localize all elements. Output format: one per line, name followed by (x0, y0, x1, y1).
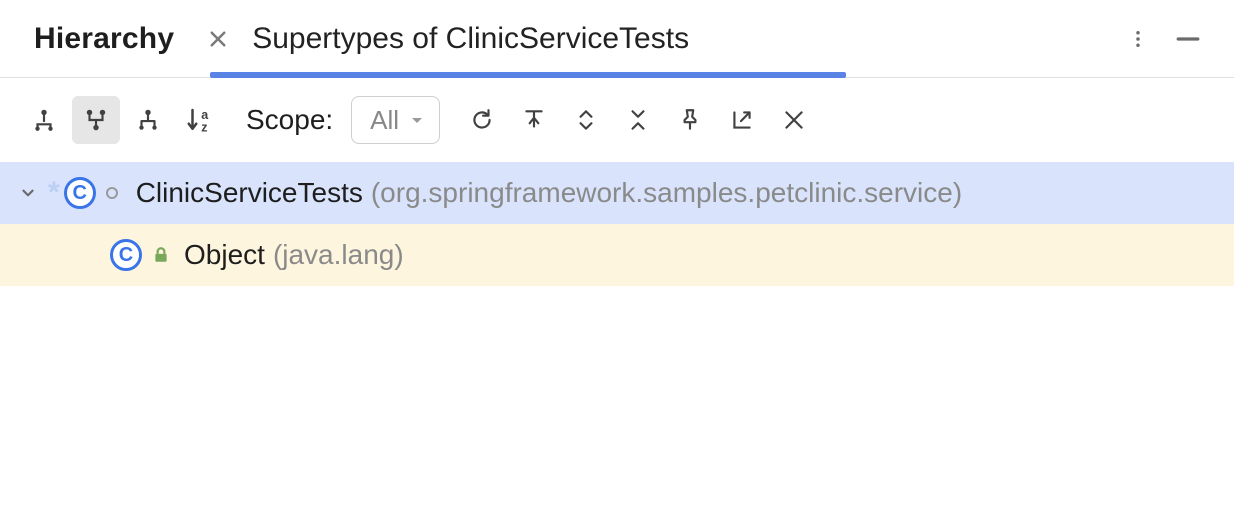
lock-icon (152, 246, 170, 264)
close-icon (781, 107, 807, 133)
star-icon: * (48, 176, 60, 210)
refresh-button[interactable] (458, 96, 506, 144)
scope-label: Scope: (246, 104, 333, 136)
chevron-down-icon (409, 112, 425, 128)
tree-row[interactable]: C Object (java.lang) (0, 224, 1234, 286)
tree-row[interactable]: * C ClinicServiceTests (org.springframew… (0, 162, 1234, 224)
sort-az-icon: a z (185, 105, 215, 135)
package-name: (java.lang) (273, 239, 404, 271)
close-icon (208, 29, 228, 49)
tab-label[interactable]: Supertypes of ClinicServiceTests (252, 22, 689, 56)
close-tab-button[interactable] (208, 29, 228, 49)
chevron-down-icon (19, 184, 37, 202)
expand-all-button[interactable] (562, 96, 610, 144)
panel-header: Hierarchy Supertypes of ClinicServiceTes… (0, 0, 1234, 78)
more-options-button[interactable] (1120, 21, 1156, 57)
subtypes-hierarchy-button[interactable] (124, 96, 172, 144)
sort-alphabetically-button[interactable]: a z (176, 96, 224, 144)
svg-text:z: z (201, 120, 207, 134)
pin-button[interactable] (666, 96, 714, 144)
export-icon (729, 107, 755, 133)
minimize-icon (1175, 26, 1201, 52)
class-name: Object (184, 239, 265, 271)
minimize-button[interactable] (1170, 21, 1206, 57)
expand-all-icon (573, 107, 599, 133)
class-name: ClinicServiceTests (136, 177, 363, 209)
class-hierarchy-icon (31, 107, 57, 133)
autoscroll-source-icon (521, 107, 547, 133)
pin-icon (677, 107, 703, 133)
collapse-all-icon (625, 107, 651, 133)
scope-value: All (370, 105, 399, 136)
supertypes-icon (83, 107, 109, 133)
close-button[interactable] (770, 96, 818, 144)
supertypes-hierarchy-button[interactable] (72, 96, 120, 144)
hierarchy-tree: * C ClinicServiceTests (org.springframew… (0, 162, 1234, 530)
more-vertical-icon (1128, 29, 1148, 49)
class-hierarchy-button[interactable] (20, 96, 68, 144)
scope-dropdown[interactable]: All (351, 96, 440, 144)
panel-title: Hierarchy (34, 22, 174, 56)
class-badge-icon: C (110, 239, 142, 271)
refresh-icon (469, 107, 495, 133)
active-tab-underline (210, 72, 846, 78)
class-badge-icon: C (64, 177, 96, 209)
visibility-dot-icon (106, 187, 118, 199)
hierarchy-toolbar: a z Scope: All (0, 78, 1234, 162)
export-button[interactable] (718, 96, 766, 144)
autoscroll-to-source-button[interactable] (510, 96, 558, 144)
subtypes-icon (135, 107, 161, 133)
package-name: (org.springframework.samples.petclinic.s… (371, 177, 962, 209)
hierarchy-panel: Hierarchy Supertypes of ClinicServiceTes… (0, 0, 1234, 530)
tree-toggle[interactable] (16, 181, 40, 205)
collapse-all-button[interactable] (614, 96, 662, 144)
